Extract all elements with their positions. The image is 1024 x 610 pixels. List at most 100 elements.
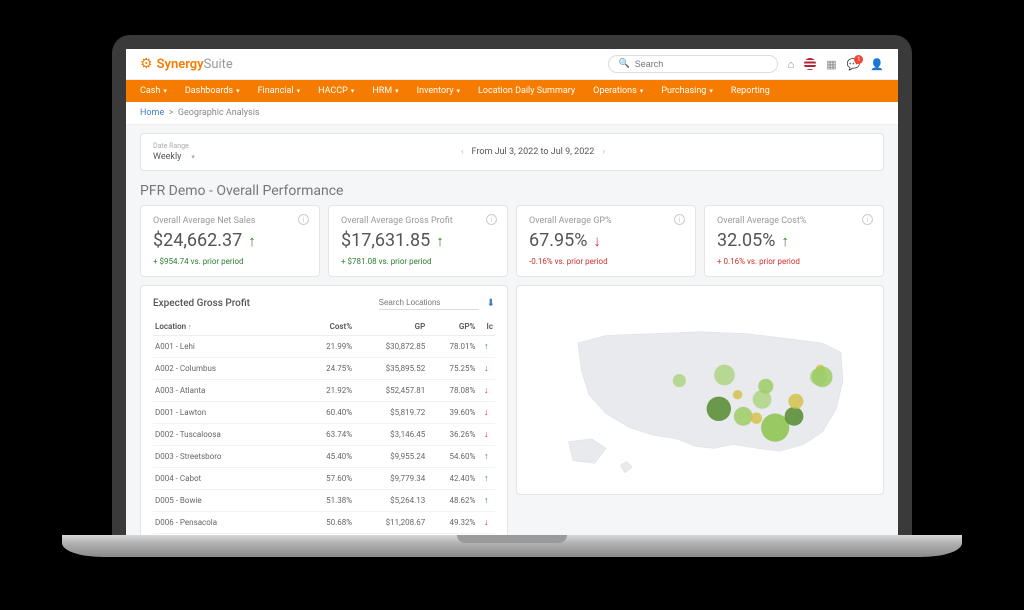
map-bubble[interactable] (788, 394, 803, 409)
nav-inventory[interactable]: Inventory▾ (417, 86, 460, 96)
nav-financial[interactable]: Financial▾ (258, 86, 301, 96)
table-row[interactable]: D001 - Lawton60.40%$5,819.7239.60%↓ (153, 402, 495, 424)
nav-haccp[interactable]: HACCP▾ (318, 86, 354, 96)
cell-location: D002 - Tuscaloosa (153, 424, 304, 446)
map-bubble[interactable] (812, 367, 833, 388)
trend-up-icon: ↑ (248, 232, 256, 250)
table-row[interactable]: D006 - Pensacola50.68%$11,208.6749.32%↓ (153, 512, 495, 534)
sort-asc-icon: ↑ (188, 323, 192, 331)
table-row[interactable]: D004 - Cabot57.60%$9,779.3442.40%↑ (153, 468, 495, 490)
trend-up-icon: ↑ (781, 232, 789, 250)
table-row[interactable]: A003 - Atlanta21.92%$52,457.8178.08%↓ (153, 380, 495, 402)
nav-dashboards[interactable]: Dashboards▾ (185, 86, 240, 96)
info-icon[interactable]: i (862, 214, 873, 225)
kpi-card: iOverall Average Cost%32.05%↑+ 0.16% vs.… (704, 205, 884, 277)
date-range-select[interactable]: Date Range Weekly ▾ (153, 142, 195, 162)
date-display-text: From Jul 3, 2022 to Jul 9, 2022 (472, 147, 595, 157)
cell-cost: 24.75% (304, 358, 354, 380)
chat-icon[interactable]: 💬 1 (847, 58, 861, 71)
nav-location-daily-summary[interactable]: Location Daily Summary (478, 86, 575, 96)
kpi-delta: + 0.16% vs. prior period (717, 257, 871, 266)
laptop-notch (457, 535, 567, 543)
cell-location: A003 - Atlanta (153, 380, 304, 402)
map-bubble[interactable] (673, 374, 686, 387)
location-search-input[interactable] (379, 296, 479, 310)
trend-up-icon: ↑ (477, 336, 495, 358)
chevron-down-icon: ▾ (709, 87, 713, 95)
chevron-down-icon: ▾ (191, 153, 195, 161)
table-row[interactable]: A002 - Columbus24.75%$35,895.5275.25%↓ (153, 358, 495, 380)
map-bubble[interactable] (785, 407, 804, 426)
cell-gpp: 42.40% (427, 468, 477, 490)
map-bubble[interactable] (714, 365, 735, 386)
col-cost[interactable]: Cost% (304, 318, 354, 336)
cell-cost: 60.40% (304, 402, 354, 424)
nav-purchasing[interactable]: Purchasing▾ (661, 86, 713, 96)
home-icon[interactable]: ⌂ (788, 58, 795, 71)
col-location[interactable]: Location ↑ (153, 318, 304, 336)
search-icon: 🔍 (619, 59, 630, 69)
search-input[interactable] (635, 59, 767, 69)
cell-location: D005 - Bowie (153, 490, 304, 512)
table-row[interactable]: D002 - Tuscaloosa63.74%$3,146.4536.26%↓ (153, 424, 495, 446)
logo[interactable]: ⚙ SynergySuite (140, 56, 233, 72)
nav-operations[interactable]: Operations▾ (593, 86, 643, 96)
laptop-frame: ⚙ SynergySuite 🔍 ⌂ ▦ 💬 1 (62, 35, 962, 575)
chevron-down-icon: ▾ (236, 87, 240, 95)
col-ic[interactable]: Ic (477, 318, 495, 336)
kpi-card: iOverall Average Gross Profit$17,631.85↑… (328, 205, 508, 277)
user-avatar-icon[interactable]: 👤 (870, 58, 884, 71)
map-bubble[interactable] (734, 407, 753, 426)
table-row[interactable]: D005 - Bowie51.38%$5,264.1348.62%↑ (153, 490, 495, 512)
kpi-row: iOverall Average Net Sales$24,662.37↑+ $… (126, 205, 898, 277)
table-row[interactable]: A001 - Lehi21.99%$30,872.8578.01%↑ (153, 336, 495, 358)
cell-location: A001 - Lehi (153, 336, 304, 358)
date-range-value: Weekly (153, 152, 181, 162)
next-period-button[interactable]: › (602, 147, 605, 157)
info-icon[interactable]: i (298, 214, 309, 225)
cell-gp: $9,955.24 (354, 446, 427, 468)
cell-gpp: 48.62% (427, 490, 477, 512)
map-bubble[interactable] (751, 413, 762, 424)
cell-gp: $3,146.45 (354, 424, 427, 446)
info-icon[interactable]: i (674, 214, 685, 225)
nav-reporting[interactable]: Reporting (731, 86, 770, 96)
content-row: Expected Gross Profit ⬇ Location ↑ Cost%… (126, 277, 898, 535)
trend-down-icon: ↓ (477, 402, 495, 424)
kpi-label: Overall Average Net Sales (153, 216, 307, 226)
col-gp[interactable]: GP (354, 318, 427, 336)
kpi-delta: -0.16% vs. prior period (529, 257, 683, 266)
nav-hrm[interactable]: HRM▾ (372, 86, 398, 96)
apps-icon[interactable]: ▦ (826, 58, 836, 71)
cell-gp: $35,895.52 (354, 358, 427, 380)
map-bubble[interactable] (733, 390, 742, 399)
cell-gp: $5,819.72 (354, 402, 427, 424)
kpi-delta: + $781.08 vs. prior period (341, 257, 495, 266)
breadcrumb: Home > Geographic Analysis (126, 102, 898, 125)
map-bubble[interactable] (707, 397, 731, 421)
app-viewport: ⚙ SynergySuite 🔍 ⌂ ▦ 💬 1 (126, 49, 898, 535)
col-gpp[interactable]: GP% (427, 318, 477, 336)
table-panel: Expected Gross Profit ⬇ Location ↑ Cost%… (140, 285, 508, 535)
cell-cost: 57.60% (304, 468, 354, 490)
search-box[interactable]: 🔍 (608, 55, 778, 73)
cell-gp: $5,264.13 (354, 490, 427, 512)
breadcrumb-sep: > (166, 108, 177, 118)
download-icon[interactable]: ⬇ (487, 298, 495, 309)
cell-gp: $52,457.81 (354, 380, 427, 402)
breadcrumb-home[interactable]: Home (140, 108, 164, 118)
info-icon[interactable]: i (486, 214, 497, 225)
table-row[interactable]: D003 - Streetsboro45.40%$9,955.2454.60%↑ (153, 446, 495, 468)
nav-cash[interactable]: Cash▾ (140, 86, 167, 96)
chevron-down-icon: ▾ (395, 87, 399, 95)
cell-gpp: 49.32% (427, 512, 477, 534)
table-title: Expected Gross Profit (153, 298, 250, 309)
prev-period-button[interactable]: ‹ (461, 147, 464, 157)
trend-down-icon: ↓ (477, 380, 495, 402)
map-bubble[interactable] (758, 379, 773, 394)
logo-text: SynergySuite (157, 57, 233, 72)
locale-flag-icon[interactable] (804, 58, 816, 70)
cell-cost: 63.74% (304, 424, 354, 446)
us-map[interactable] (529, 296, 871, 484)
trend-down-icon: ↓ (477, 512, 495, 534)
